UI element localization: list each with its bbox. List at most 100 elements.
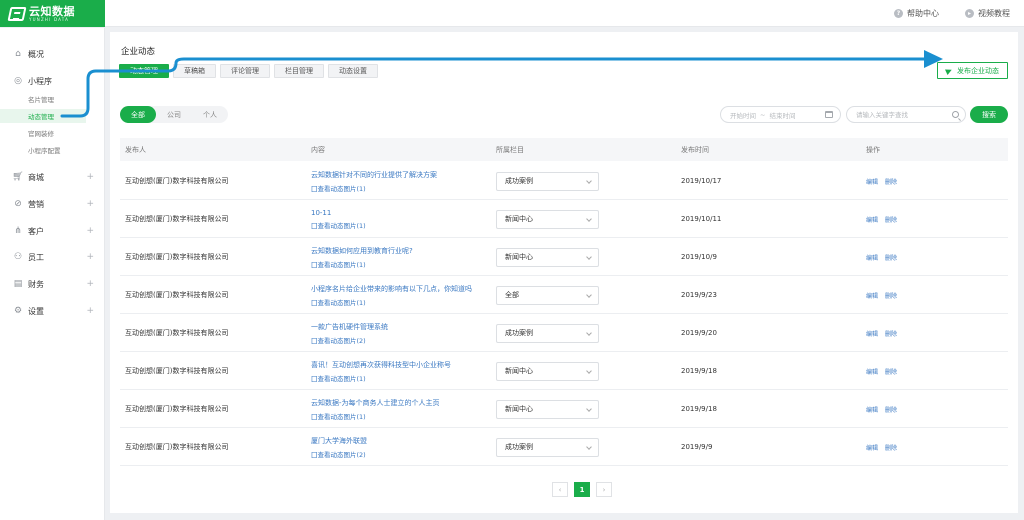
actions-cell: 编辑 删除 <box>866 238 897 276</box>
edit-button[interactable]: 编辑 <box>866 405 878 414</box>
video-tutorial-link[interactable]: ▸ 视频教程 <box>965 8 1010 19</box>
delete-button[interactable]: 删除 <box>885 443 897 452</box>
chevron-down-icon <box>586 215 592 222</box>
category-select[interactable]: 新闻中心 <box>496 399 599 419</box>
logo-subtitle: YUNZHI DATA <box>29 16 70 22</box>
table-row: 互动创想(厦门)数字科技有限公司 云知数据针对不同的行业提供了解决方案 囗查看动态图… <box>120 162 1008 200</box>
help-center-link[interactable]: ? 帮助中心 <box>894 8 939 19</box>
chevron-down-icon <box>586 291 592 298</box>
dynamic-title-link[interactable]: 云知数据如何应用到教育行业呢? <box>311 246 413 256</box>
view-images-link[interactable]: 囗查看动态图片(2) <box>311 449 366 459</box>
sidebar-sub-card-manage[interactable]: 名片管理 <box>0 92 86 106</box>
delete-button[interactable]: 删除 <box>885 215 897 224</box>
page-1-button[interactable]: 1 <box>574 482 590 497</box>
actions-cell: 编辑 删除 <box>866 314 897 352</box>
video-icon: ▸ <box>965 9 974 18</box>
category-value: 新闻中心 <box>505 367 533 375</box>
top-links: ? 帮助中心 ▸ 视频教程 <box>894 0 1010 27</box>
category-select[interactable]: 成功案例 <box>496 437 599 457</box>
sidebar-sub-mini-config[interactable]: 小程序配置 <box>0 143 86 157</box>
tab-dynamic-manage[interactable]: 动态管理 <box>119 64 169 78</box>
view-images-link[interactable]: 囗查看动态图片(1) <box>311 220 366 230</box>
sidebar-item-staff[interactable]: ⚇ 员工 + <box>0 249 105 265</box>
category-select[interactable]: 成功案例 <box>496 323 599 343</box>
dynamic-title-link[interactable]: 厦门大学海外联盟 <box>311 436 367 446</box>
delete-button[interactable]: 删除 <box>885 367 897 376</box>
category-select[interactable]: 全部 <box>496 285 599 305</box>
sidebar-item-settings[interactable]: ⚙ 设置 + <box>0 303 105 319</box>
filter-personal[interactable]: 个人 <box>192 106 228 123</box>
delete-button[interactable]: 删除 <box>885 177 897 186</box>
dynamic-title-link[interactable]: 云知数据-为每个商务人士建立的个人主页 <box>311 398 440 408</box>
category-value: 全部 <box>505 291 519 299</box>
content-cell: 云知数据针对不同的行业提供了解决方案 囗查看动态图片(1) <box>311 162 437 200</box>
dynamic-title-link[interactable]: 小程序名片给企业带来的影响有以下几点，你知道吗 <box>311 284 472 294</box>
sidebar-item-label: 员工 <box>28 252 44 262</box>
view-images-link[interactable]: 囗查看动态图片(1) <box>311 183 366 193</box>
sidebar-item-label: 财务 <box>28 279 44 289</box>
edit-button[interactable]: 编辑 <box>866 177 878 186</box>
tab-drafts[interactable]: 草稿箱 <box>173 64 216 78</box>
sidebar-item-marketing[interactable]: ⊘ 营销 + <box>0 196 105 212</box>
sidebar-item-finance[interactable]: ▤ 财务 + <box>0 276 105 292</box>
sidebar-item-mall[interactable]: 🛒︎ 商城 + <box>0 169 105 185</box>
tab-dynamic-settings[interactable]: 动态设置 <box>328 64 378 78</box>
filter-all[interactable]: 全部 <box>120 106 156 123</box>
sidebar-item-customer[interactable]: ⋔ 客户 + <box>0 223 105 239</box>
view-images-link[interactable]: 囗查看动态图片(2) <box>311 335 366 345</box>
expand-plus-icon: + <box>86 279 94 289</box>
logo[interactable]: 云知数据 YUNZHI DATA <box>0 0 105 27</box>
publisher-cell: 互动创想(厦门)数字科技有限公司 <box>125 443 229 451</box>
view-images-link[interactable]: 囗查看动态图片(1) <box>311 373 366 383</box>
prev-page-button[interactable]: ‹ <box>552 482 568 497</box>
view-images-link[interactable]: 囗查看动态图片(1) <box>311 411 366 421</box>
category-select[interactable]: 新闻中心 <box>496 209 599 229</box>
sidebar-item-label: 客户 <box>28 226 44 236</box>
publisher-cell: 互动创想(厦门)数字科技有限公司 <box>125 291 229 299</box>
search-button[interactable]: 搜索 <box>970 106 1008 123</box>
view-images-link[interactable]: 囗查看动态图片(1) <box>311 297 366 307</box>
tab-columns[interactable]: 栏目管理 <box>274 64 324 78</box>
filter-company[interactable]: 公司 <box>156 106 192 123</box>
edit-button[interactable]: 编辑 <box>866 443 878 452</box>
tab-bar: 动态管理 草稿箱 评论管理 栏目管理 动态设置 <box>119 64 378 78</box>
category-cell: 新闻中心 <box>496 352 599 390</box>
view-images-link[interactable]: 囗查看动态图片(1) <box>311 259 366 269</box>
search-icon[interactable] <box>952 111 959 118</box>
category-cell: 成功案例 <box>496 162 599 200</box>
settings-icon: ⚙ <box>13 306 23 316</box>
publisher-cell: 互动创想(厦门)数字科技有限公司 <box>125 215 229 223</box>
edit-button[interactable]: 编辑 <box>866 367 878 376</box>
next-page-button[interactable]: › <box>596 482 612 497</box>
sidebar-item-mini-program[interactable]: ◎ 小程序 <box>0 73 105 89</box>
edit-button[interactable]: 编辑 <box>866 329 878 338</box>
edit-button[interactable]: 编辑 <box>866 291 878 300</box>
sidebar-sub-site-decor[interactable]: 官网装修 <box>0 126 86 140</box>
edit-button[interactable]: 编辑 <box>866 215 878 224</box>
search-input[interactable] <box>856 110 946 119</box>
sidebar-sub-dynamic-manage[interactable]: 动态管理 <box>0 109 86 123</box>
dynamic-title-link[interactable]: 喜讯！互动创想再次获得科技型中小企业称号 <box>311 360 451 370</box>
sidebar-item-overview[interactable]: ⌂ 概况 <box>0 46 105 62</box>
delete-button[interactable]: 删除 <box>885 291 897 300</box>
content-cell: 一款广告机硬件管理系统 囗查看动态图片(2) <box>311 314 388 352</box>
dynamic-title-link[interactable]: 云知数据针对不同的行业提供了解决方案 <box>311 170 437 180</box>
dynamic-title-link[interactable]: 10-11 <box>311 209 331 217</box>
category-select[interactable]: 成功案例 <box>496 171 599 191</box>
logo-mark-icon <box>7 6 27 21</box>
edit-button[interactable]: 编辑 <box>866 253 878 262</box>
dynamic-title-link[interactable]: 一款广告机硬件管理系统 <box>311 322 388 332</box>
category-select[interactable]: 新闻中心 <box>496 247 599 267</box>
category-value: 成功案例 <box>505 443 533 451</box>
publisher-filter: 全部 公司 个人 <box>120 106 228 123</box>
date-range-picker[interactable]: 开始时间 ~ 结束时间 <box>720 106 841 123</box>
delete-button[interactable]: 删除 <box>885 253 897 262</box>
pagination: ‹ 1 › <box>552 482 612 497</box>
category-select[interactable]: 新闻中心 <box>496 361 599 381</box>
tab-comments[interactable]: 评论管理 <box>220 64 270 78</box>
delete-button[interactable]: 删除 <box>885 329 897 338</box>
publish-dynamic-button[interactable]: 发布企业动态 <box>937 62 1008 79</box>
staff-icon: ⚇ <box>13 252 23 262</box>
delete-button[interactable]: 删除 <box>885 405 897 414</box>
actions-cell: 编辑 删除 <box>866 428 897 466</box>
